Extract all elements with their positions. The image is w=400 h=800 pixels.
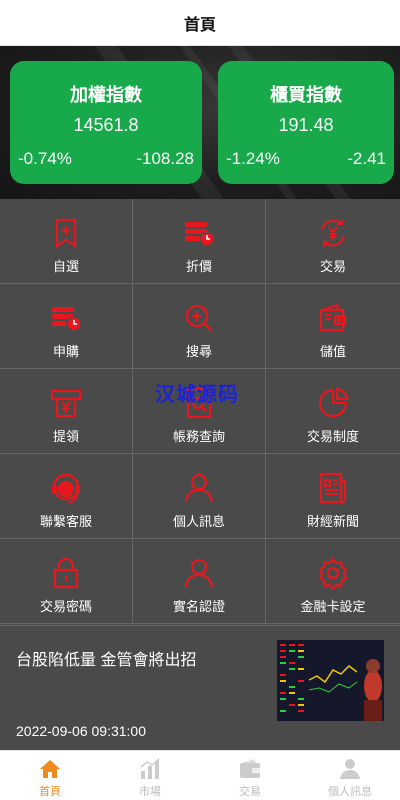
news-thumbnail bbox=[277, 640, 384, 721]
menu-trade-password[interactable]: 交易密碼 bbox=[0, 539, 133, 624]
wallet-icon bbox=[316, 301, 350, 335]
tab-label: 首頁 bbox=[39, 786, 61, 798]
menu-label: 財經新聞 bbox=[306, 514, 359, 529]
page-title: 首頁 bbox=[183, 16, 216, 34]
menu-bank-card-settings[interactable]: 金融卡設定 bbox=[266, 539, 400, 624]
index-change: -2.41 bbox=[347, 149, 386, 168]
gear-icon bbox=[316, 556, 350, 590]
menu-trade[interactable]: 交易 bbox=[266, 199, 400, 284]
menu-label: 折價 bbox=[185, 259, 212, 274]
index-card-taiex[interactable]: 加權指數 14561.8 -0.74% -108.28 bbox=[10, 61, 202, 184]
menu-label: 交易 bbox=[319, 259, 346, 274]
yen-exchange-icon bbox=[316, 216, 350, 250]
index-percent: -1.24% bbox=[226, 149, 280, 168]
menu-label: 提領 bbox=[52, 429, 79, 444]
tab-trade[interactable]: 交易 bbox=[200, 751, 300, 800]
newspaper-icon bbox=[316, 471, 350, 505]
lock-icon bbox=[49, 556, 83, 590]
menu-label: 自選 bbox=[52, 259, 79, 274]
search-plus-icon bbox=[182, 301, 216, 335]
index-card-otc[interactable]: 櫃買指數 191.48 -1.24% -2.41 bbox=[218, 61, 394, 184]
menu-identity-verification[interactable]: 實名認證 bbox=[133, 539, 266, 624]
index-change: -108.28 bbox=[136, 149, 194, 168]
menu-trading-rules[interactable]: 交易制度 bbox=[266, 369, 400, 454]
index-banner: 加權指數 14561.8 -0.74% -108.28 櫃買指數 191.48 … bbox=[0, 46, 400, 199]
menu-label: 交易密碼 bbox=[39, 599, 92, 614]
tab-personal[interactable]: 個人訊息 bbox=[300, 751, 400, 800]
headset-icon bbox=[49, 471, 83, 505]
bookmark-plus-icon bbox=[49, 216, 83, 250]
user-icon bbox=[340, 759, 360, 779]
bottom-tab-bar: 首頁 市場 交易 個人訊息 bbox=[0, 750, 400, 800]
news-item[interactable]: 台股陷低量 金管會將出招 2022-09-06 09:31:00 bbox=[0, 625, 400, 749]
menu-personal-info[interactable]: 個人訊息 bbox=[133, 454, 266, 539]
menu-label: 實名認證 bbox=[172, 599, 225, 614]
menu-deposit[interactable]: 儲值 bbox=[266, 284, 400, 369]
index-value: 191.48 bbox=[278, 115, 334, 135]
menu-label: 聯繫客服 bbox=[39, 514, 92, 529]
wallet-icon bbox=[240, 759, 260, 778]
user-icon bbox=[182, 556, 216, 590]
menu-label: 帳務查詢 bbox=[172, 429, 225, 444]
coins-clock-icon bbox=[49, 301, 83, 335]
index-name: 加權指數 bbox=[70, 85, 142, 105]
menu-search[interactable]: 搜尋 bbox=[133, 284, 266, 369]
menu-withdraw[interactable]: 提領 bbox=[0, 369, 133, 454]
user-icon bbox=[182, 471, 216, 505]
tab-label: 市場 bbox=[139, 786, 161, 798]
menu-label: 申購 bbox=[52, 344, 79, 359]
coins-clock-icon bbox=[182, 216, 216, 250]
news-headline: 台股陷低量 金管會將出招 bbox=[16, 652, 197, 669]
menu-label: 交易制度 bbox=[306, 429, 359, 444]
menu-watchlist[interactable]: 自選 bbox=[0, 199, 133, 284]
menu-subscribe[interactable]: 申購 bbox=[0, 284, 133, 369]
index-value: 14561.8 bbox=[73, 115, 139, 135]
menu-label: 儲值 bbox=[319, 344, 346, 359]
index-name: 櫃買指數 bbox=[270, 85, 342, 105]
atm-yen-icon bbox=[49, 386, 83, 420]
tab-label: 交易 bbox=[239, 786, 261, 798]
menu-label: 金融卡設定 bbox=[300, 599, 366, 614]
menu-finance-news[interactable]: 財經新聞 bbox=[266, 454, 400, 539]
watermark: 汉城源码 bbox=[155, 382, 239, 406]
home-icon bbox=[40, 760, 60, 778]
tab-label: 個人訊息 bbox=[328, 786, 372, 798]
top-bar: 首頁 bbox=[0, 0, 400, 46]
pie-chart-icon bbox=[316, 386, 350, 420]
news-timestamp: 2022-09-06 09:31:00 bbox=[16, 723, 146, 739]
menu-label: 搜尋 bbox=[185, 344, 212, 359]
chart-icon bbox=[140, 758, 160, 779]
tab-market[interactable]: 市場 bbox=[100, 751, 200, 800]
menu-discount[interactable]: 折價 bbox=[133, 199, 266, 284]
menu-label: 個人訊息 bbox=[172, 514, 225, 529]
menu-customer-service[interactable]: 聯繫客服 bbox=[0, 454, 133, 539]
feature-menu: 自選 折價 交易 申購 搜尋 儲值 提領 帳務查詢 交易制度 聯繫客服 個人訊息… bbox=[0, 199, 400, 624]
index-percent: -0.74% bbox=[18, 149, 72, 168]
tab-home[interactable]: 首頁 bbox=[0, 751, 100, 800]
